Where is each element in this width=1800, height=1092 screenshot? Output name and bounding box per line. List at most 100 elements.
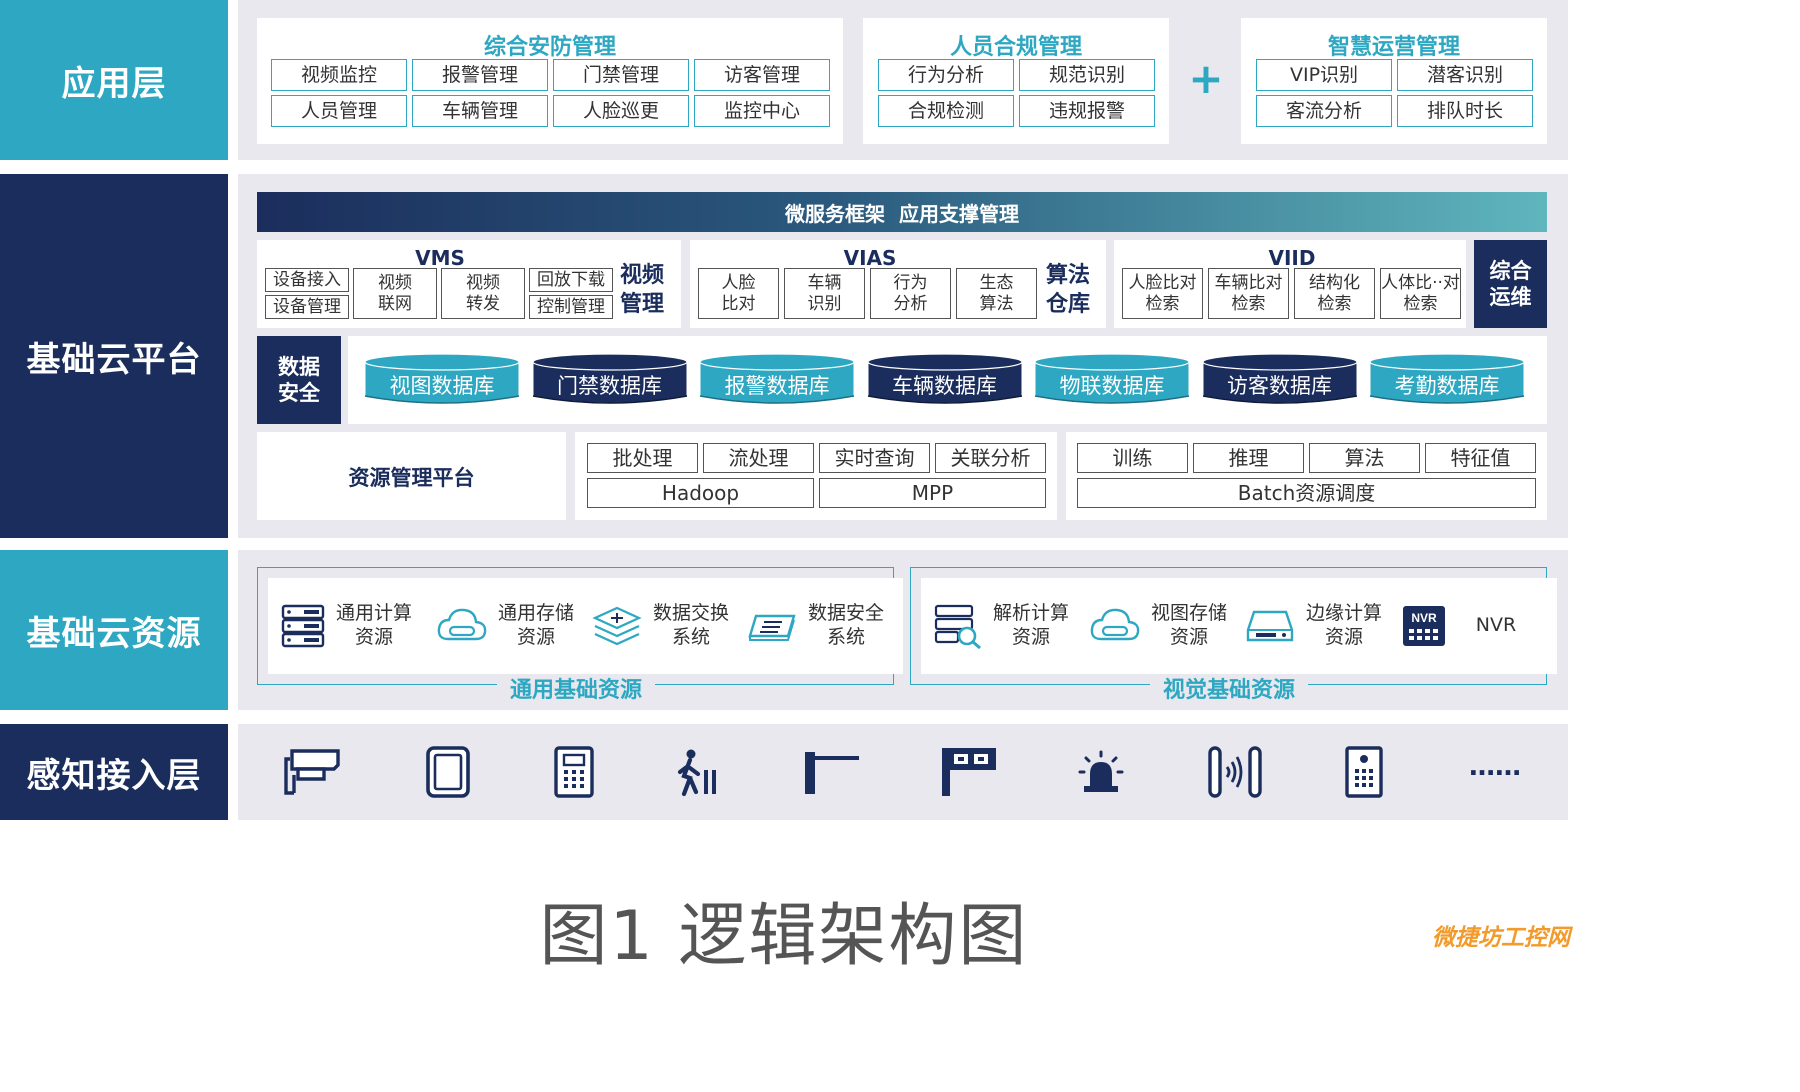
app-item-behavior: 行为分析 (878, 59, 1014, 91)
ml-algorithm: 算法 (1309, 443, 1420, 473)
database-label: 视图数据库 (389, 374, 495, 398)
viid-body: 人体比··对 检索 (1380, 268, 1461, 319)
vms-playback: 回放下载 (529, 268, 613, 292)
ml-feature: 特征值 (1425, 443, 1536, 473)
alarm-light-icon (1078, 750, 1124, 792)
database-label: 物联数据库 (1059, 374, 1165, 398)
camera-icon (284, 749, 340, 795)
proc-association: 关联分析 (935, 443, 1046, 473)
proc-batch: 批处理 (587, 443, 698, 473)
vias-vehicle: 车辆 识别 (784, 268, 865, 319)
database-label: 考勤数据库 (1394, 374, 1500, 398)
res-view-storage: 视图存储 资源 (1077, 578, 1246, 674)
vms-video-forward: 视频 转发 (441, 268, 525, 319)
app-item-queue: 排队时长 (1397, 95, 1533, 127)
data-security-label: 数据 安全 (278, 354, 320, 405)
proc-realtime: 实时查询 (819, 443, 930, 473)
database-cylinder: 访客数据库 (1201, 352, 1359, 410)
ops-label: 综合 运维 (1489, 258, 1532, 309)
security-mgmt-title: 综合安防管理 (483, 35, 616, 60)
intercom-icon (554, 746, 594, 798)
data-exchange-icon (592, 606, 642, 646)
vms-side-label: 视频 管理 (619, 263, 664, 317)
res-edge-compute-label: 边缘计算 资源 (1305, 602, 1382, 648)
app-item-vehicle: 车辆管理 (412, 95, 548, 127)
database-cylinder: 门禁数据库 (531, 352, 689, 410)
layer-label-perception: 感知接入层 (0, 724, 228, 820)
database-cylinder: 物联数据库 (1033, 352, 1191, 410)
vias-ecology: 生态 算法 (956, 268, 1037, 319)
database-cylinder: 车辆数据库 (866, 352, 1024, 410)
app-item-visitor: 访客管理 (694, 59, 830, 91)
app-item-video-monitor: 视频监控 (271, 59, 407, 91)
vms-device-manage: 设备管理 (265, 295, 349, 319)
operation-title: 智慧运营管理 (1327, 35, 1460, 60)
nvr-icon: NVR (1403, 606, 1445, 646)
analysis-server-icon (934, 604, 981, 649)
app-item-face-patrol: 人脸巡更 (553, 95, 689, 127)
res-general-storage-label: 通用存储 资源 (497, 602, 574, 648)
proc-hadoop: Hadoop (587, 478, 814, 508)
security-appliance-icon (748, 614, 796, 641)
plus-sign: + (1188, 54, 1224, 103)
app-item-vip: VIP识别 (1256, 59, 1392, 91)
app-item-personnel: 人员管理 (271, 95, 407, 127)
vias-behavior: 行为 分析 (870, 268, 951, 319)
tablet-icon (426, 746, 470, 798)
app-item-traffic: 客流分析 (1256, 95, 1392, 127)
app-item-violation: 违规报警 (1019, 95, 1155, 127)
ml-train: 训练 (1077, 443, 1188, 473)
app-item-compliance-check: 合规检测 (878, 95, 1014, 127)
res-edge-compute: 边缘计算 资源 (1232, 578, 1401, 674)
svg-text:NVR: NVR (1411, 611, 1437, 625)
layer-label-cloud-resource: 基础云资源 (0, 550, 228, 710)
layer-label-app: 应用层 (0, 0, 228, 160)
viid-title: VIID (1268, 246, 1316, 270)
database-cylinder: 考勤数据库 (1368, 352, 1526, 410)
viid-vehicle: 车辆比对 检索 (1208, 268, 1289, 319)
microservice-banner-text: 微服务框架 应用支撑管理 (785, 201, 1019, 226)
proc-stream: 流处理 (703, 443, 814, 473)
res-data-security: 数据安全 系统 (734, 578, 903, 674)
database-cylinder: 报警数据库 (698, 352, 856, 410)
general-resource-title: 通用基础资源 (497, 672, 655, 704)
access-reader-icon (1208, 746, 1262, 798)
app-item-norm: 规范识别 (1019, 59, 1155, 91)
database-label: 车辆数据库 (892, 374, 997, 398)
keypad-panel-icon (1345, 746, 1383, 798)
figure-caption: 图1 逻辑架构图 (539, 897, 1029, 976)
edge-disk-icon (1246, 610, 1294, 642)
microservice-banner: 微服务框架 应用支撑管理 (257, 192, 1547, 232)
vms-title: VMS (415, 246, 465, 270)
pedestrian-gate-icon (677, 749, 716, 797)
vias-face: 人脸 比对 (698, 268, 779, 319)
res-analysis-compute-label: 解析计算 资源 (992, 602, 1069, 648)
ops-box: 综合 运维 (1474, 240, 1547, 328)
res-analysis-compute: 解析计算 资源 (921, 578, 1090, 674)
vms-control: 控制管理 (529, 295, 613, 319)
viid-structured: 结构化 检索 (1294, 268, 1375, 319)
ml-infer: 推理 (1193, 443, 1304, 473)
app-item-alarm: 报警管理 (412, 59, 548, 91)
visual-resource-title: 视觉基础资源 (1150, 672, 1308, 704)
cloud-storage-icon (1090, 608, 1140, 641)
database-label: 访客数据库 (1227, 374, 1332, 398)
cloud-storage-icon (437, 608, 487, 641)
res-data-exchange: 数据交换 系统 (579, 578, 748, 674)
app-item-prospect: 潜客识别 (1397, 59, 1533, 91)
database-cylinder: 视图数据库 (363, 352, 521, 410)
vias-side-label: 算法 仓库 (1045, 263, 1090, 317)
res-nvr-label: NVR (1475, 614, 1517, 637)
app-item-monitor-center: 监控中心 (694, 95, 830, 127)
ml-batch-schedule: Batch资源调度 (1077, 478, 1536, 508)
server-rack-icon (281, 604, 325, 648)
app-item-access: 门禁管理 (553, 59, 689, 91)
data-security-box: 数据 安全 (257, 336, 341, 424)
compliance-title: 人员合规管理 (949, 35, 1082, 60)
res-general-storage: 通用存储 资源 (424, 578, 593, 674)
resource-platform-label: 资源管理平台 (348, 466, 475, 490)
res-general-compute: 通用计算 资源 (268, 578, 437, 674)
res-general-compute-label: 通用计算 资源 (335, 602, 412, 648)
database-label: 门禁数据库 (557, 374, 662, 398)
layer-label-cloud-platform: 基础云平台 (0, 174, 228, 538)
